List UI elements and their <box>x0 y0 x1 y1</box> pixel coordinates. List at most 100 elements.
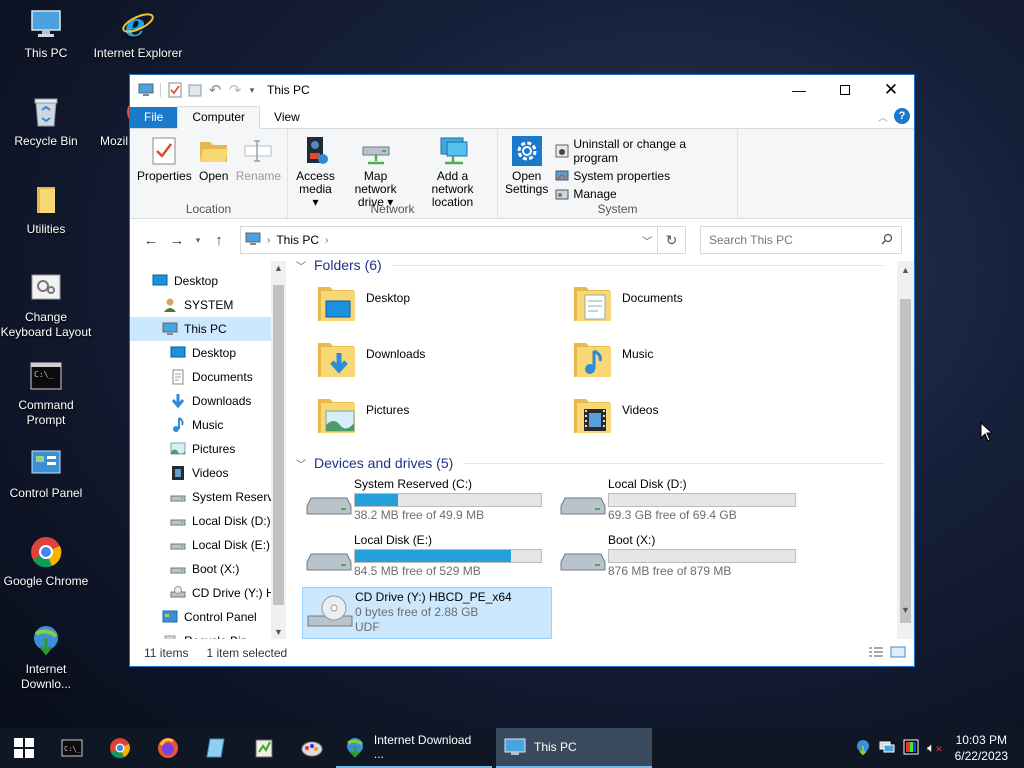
folder-pictures[interactable]: Pictures <box>314 393 409 437</box>
open-settings-button[interactable]: Open Settings <box>502 133 551 198</box>
start-button[interactable] <box>0 728 48 768</box>
maximize-button[interactable] <box>822 75 868 105</box>
redo-icon[interactable]: ↷ <box>227 82 243 99</box>
taskbar-app-this-pc[interactable]: This PC <box>496 728 652 768</box>
control-panel-icon <box>28 446 64 482</box>
back-button[interactable]: ← <box>138 232 164 249</box>
breadcrumb-separator-icon[interactable]: › <box>325 235 328 246</box>
scroll-up-icon[interactable]: ▲ <box>271 263 286 273</box>
desktop-icon-firefox[interactable]: Mozil <box>94 94 134 149</box>
nav-item[interactable]: SYSTEM <box>130 293 271 317</box>
file-view-scrollbar[interactable]: ▲ ▼ <box>897 261 914 639</box>
desktop-icon-command-prompt[interactable]: C:\_ Command Prompt <box>0 358 92 428</box>
recent-locations-button[interactable]: ▾ <box>190 235 206 246</box>
system-properties-button[interactable]: System properties <box>555 169 733 183</box>
volume-muted-icon[interactable]: 🔈︎✕ <box>927 740 942 756</box>
clock[interactable]: 10:03 PM 6/22/2023 <box>951 732 1014 764</box>
nav-item[interactable]: Boot (X:) <box>130 557 271 581</box>
tab-view[interactable]: View <box>260 107 314 128</box>
add-network-location-button[interactable]: Add a network location <box>412 133 493 211</box>
tab-file[interactable]: File <box>130 107 178 128</box>
taskbar-command-prompt[interactable]: C:\_ <box>48 728 96 768</box>
desktop-icon-change-keyboard-layout[interactable]: Change Keyboard Layout <box>0 270 92 340</box>
file-view-scroll-thumb[interactable] <box>900 299 911 623</box>
desktop-icon-utilities[interactable]: Utilities <box>0 182 92 237</box>
taskbar-editor[interactable] <box>240 728 288 768</box>
nav-item[interactable]: This PC <box>130 317 271 341</box>
uninstall-program-button[interactable]: Uninstall or change a program <box>555 137 733 165</box>
map-network-drive-button[interactable]: Map network drive ▾ <box>339 133 412 211</box>
folder-videos[interactable]: Videos <box>570 393 658 437</box>
properties-check-icon[interactable] <box>167 82 183 98</box>
nav-item[interactable]: Recycle Bin <box>130 629 271 639</box>
large-icons-view-icon[interactable] <box>890 646 906 661</box>
desktop-icon-internet-download-manager[interactable]: Internet Downlo... <box>0 622 92 692</box>
nav-item[interactable]: Control Panel <box>130 605 271 629</box>
scroll-up-icon[interactable]: ▲ <box>897 265 914 275</box>
drive-item[interactable]: Local Disk (E:) 84.5 MB free of 529 MB <box>302 531 552 583</box>
taskbar-paint[interactable] <box>288 728 336 768</box>
scroll-down-icon[interactable]: ▼ <box>897 605 914 615</box>
scroll-down-icon[interactable]: ▼ <box>271 627 286 637</box>
minimize-button[interactable]: — <box>776 75 822 105</box>
desktop-icon-control-panel[interactable]: Control Panel <box>0 446 92 501</box>
new-folder-icon[interactable] <box>187 82 203 98</box>
nav-item[interactable]: CD Drive (Y:) H <box>130 581 271 605</box>
taskbar-app-internet-download-manager[interactable]: Internet Download ... <box>336 728 492 768</box>
drive-item[interactable]: System Reserved (C:) 38.2 MB free of 49.9… <box>302 475 552 527</box>
help-icon[interactable]: ? <box>894 108 910 124</box>
desktop-icon-this-pc[interactable]: This PC <box>0 6 92 61</box>
drive-item[interactable]: CD Drive (Y:) HBCD_PE_x64 0 bytes free of… <box>302 587 552 639</box>
desktop-icon-google-chrome[interactable]: Google Chrome <box>0 534 92 589</box>
folders-section-header[interactable]: ﹀ Folders (6) <box>296 257 884 273</box>
close-button[interactable]: ✕ <box>868 75 914 105</box>
nav-item[interactable]: Desktop <box>130 269 271 293</box>
up-button[interactable]: ↑ <box>206 232 232 249</box>
open-button[interactable]: Open <box>195 133 233 185</box>
rename-button[interactable]: Rename <box>233 133 284 185</box>
folder-documents[interactable]: Documents <box>570 281 683 325</box>
search-input[interactable] <box>709 233 881 247</box>
drives-section-header[interactable]: ﹀ Devices and drives (5) <box>296 455 884 471</box>
folder-downloads[interactable]: Downloads <box>314 337 425 381</box>
cd-drive-icon <box>170 585 186 601</box>
nav-item[interactable]: Desktop <box>130 341 271 365</box>
desktop-icon-recycle-bin[interactable]: Recycle Bin <box>0 94 92 149</box>
address-bar[interactable]: › This PC › ﹀ <box>240 226 658 254</box>
nav-item[interactable]: Music <box>130 413 271 437</box>
customize-toolbar-icon[interactable]: ▾ <box>247 82 257 98</box>
properties-button[interactable]: Properties <box>134 133 195 185</box>
folder-desktop[interactable]: Desktop <box>314 281 410 325</box>
nav-item[interactable]: Documents <box>130 365 271 389</box>
address-dropdown-icon[interactable]: ﹀ <box>637 233 657 248</box>
forward-button[interactable]: → <box>164 232 190 249</box>
nav-item[interactable]: Videos <box>130 461 271 485</box>
undo-icon[interactable]: ↶ <box>207 82 223 99</box>
nav-item[interactable]: Pictures <box>130 437 271 461</box>
drive-item[interactable]: Local Disk (D:) 69.3 GB free of 69.4 GB <box>556 475 806 527</box>
nav-scrollbar[interactable]: ▲ ▼ <box>271 261 286 639</box>
breadcrumb-this-pc[interactable]: This PC <box>276 233 319 247</box>
collapse-ribbon-icon[interactable]: ︿ <box>878 109 888 124</box>
refresh-icon: ↻ <box>665 231 678 248</box>
nav-item[interactable]: Downloads <box>130 389 271 413</box>
desktop-icon-internet-explorer[interactable]: e Internet Explorer <box>92 6 184 61</box>
network-tray-icon[interactable] <box>879 739 895 758</box>
idm-tray-icon[interactable] <box>855 739 871 758</box>
details-view-icon[interactable] <box>868 646 884 661</box>
taskbar-chrome[interactable] <box>96 728 144 768</box>
drive-item[interactable]: Boot (X:) 876 MB free of 879 MB <box>556 531 806 583</box>
folder-music[interactable]: Music <box>570 337 653 381</box>
display-tray-icon[interactable] <box>903 739 919 758</box>
taskbar-firefox[interactable] <box>144 728 192 768</box>
taskbar-notepad[interactable] <box>192 728 240 768</box>
nav-item[interactable]: Local Disk (D:) <box>130 509 271 533</box>
search-box[interactable] <box>700 226 902 254</box>
manage-button[interactable]: Manage <box>555 187 733 201</box>
nav-item[interactable]: System Reserve <box>130 485 271 509</box>
tab-computer[interactable]: Computer <box>177 106 261 129</box>
nav-scroll-thumb[interactable] <box>273 285 284 605</box>
refresh-button[interactable]: ↻ <box>658 226 686 254</box>
access-media-button[interactable]: Access media ▾ <box>292 133 339 211</box>
nav-item[interactable]: Local Disk (E:) <box>130 533 271 557</box>
